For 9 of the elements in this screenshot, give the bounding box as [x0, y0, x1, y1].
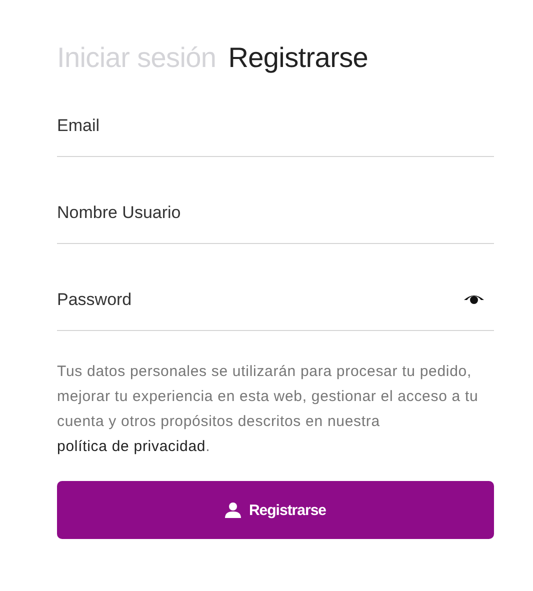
privacy-policy-link[interactable]: política de privacidad	[57, 438, 206, 455]
input-field[interactable]: Nombre Usuario	[57, 193, 494, 233]
tab[interactable]: Registrarse	[228, 42, 368, 74]
privacy-notice: Tus datos personales se utilizarán para procesar tu pedido, mejorar tu experiencia en esta web, gestionar el acceso a tu cuenta y otros propósitos descritos en nuestra política de privacidad.	[57, 362, 480, 457]
user-icon	[224, 502, 241, 518]
password-field[interactable]: Password	[57, 280, 464, 320]
input-field[interactable]: Email	[57, 106, 494, 146]
register-button[interactable]: Registrarse	[57, 481, 494, 539]
eye-icon[interactable]	[464, 294, 484, 306]
